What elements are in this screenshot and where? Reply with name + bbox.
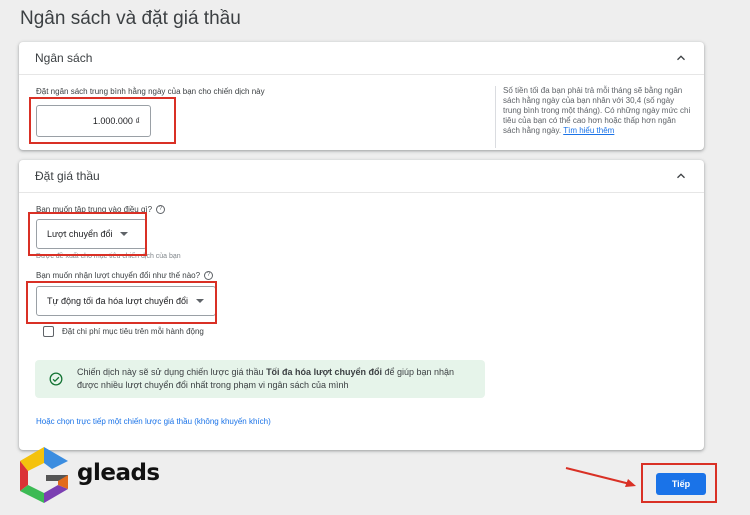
logo-text: gleads — [77, 460, 160, 486]
target-cpa-checkbox[interactable] — [43, 326, 54, 337]
next-button[interactable]: Tiếp — [656, 473, 706, 495]
budget-card-title: Ngân sách — [35, 51, 93, 65]
chevron-up-icon[interactable] — [674, 169, 688, 183]
bidding-card-header[interactable]: Đặt giá thầu — [19, 160, 704, 193]
page-title: Ngân sách và đặt giá thầu — [20, 8, 241, 29]
focus-hint: Được đề xuất cho mục tiêu chiến dịch của… — [36, 253, 181, 260]
conversion-question-text: Bạn muốn nhận lượt chuyển đổi như thế nà… — [36, 271, 201, 280]
info-strategy-name: Tối đa hóa lượt chuyển đổi — [266, 367, 382, 377]
conversion-dropdown-value: Tự động tối đa hóa lượt chuyển đổi — [47, 296, 189, 306]
note-divider — [495, 86, 496, 148]
check-circle-icon — [49, 372, 63, 386]
focus-dropdown[interactable]: Lượt chuyển đổi — [36, 219, 147, 249]
strategy-info-box: Chiến dịch này sẽ sử dụng chiến lược giá… — [35, 360, 485, 398]
conversion-strategy-dropdown[interactable]: Tự động tối đa hóa lượt chuyển đổi — [36, 286, 216, 316]
gleads-logo-icon — [20, 447, 68, 503]
target-cpa-label: Đặt chi phí mục tiêu trên mỗi hành động — [62, 327, 204, 336]
caret-down-icon — [196, 299, 205, 303]
budget-card-header[interactable]: Ngân sách — [19, 42, 704, 75]
conversion-question: Bạn muốn nhận lượt chuyển đổi như thế nà… — [36, 271, 214, 281]
bidding-card: Đặt giá thầu Bạn muốn tập trung vào điều… — [19, 160, 704, 450]
daily-budget-input[interactable]: 1.000.000 ₫ — [36, 105, 151, 137]
info-prefix: Chiến dịch này sẽ sử dụng chiến lược giá… — [77, 367, 267, 377]
learn-more-link[interactable]: Tìm hiểu thêm — [563, 126, 614, 135]
chevron-up-icon[interactable] — [674, 51, 688, 65]
bidding-card-title: Đặt giá thầu — [35, 169, 100, 183]
focus-question-text: Bạn muốn tập trung vào điều gì? — [36, 205, 153, 214]
focus-dropdown-value: Lượt chuyển đổi — [47, 229, 113, 239]
budget-card: Ngân sách Đặt ngân sách trung bình hằng … — [19, 42, 704, 150]
caret-down-icon — [120, 232, 129, 236]
help-circle-icon[interactable]: ? — [204, 271, 214, 281]
focus-question: Bạn muốn tập trung vào điều gì?? — [36, 205, 166, 215]
budget-field-label: Đặt ngân sách trung bình hằng ngày của b… — [36, 87, 265, 96]
help-circle-icon[interactable]: ? — [156, 205, 166, 215]
strategy-info-text: Chiến dịch này sẽ sử dụng chiến lược giá… — [77, 366, 473, 392]
arrow-annotation — [565, 467, 636, 487]
direct-strategy-link[interactable]: Hoặc chọn trực tiếp một chiến lược giá t… — [36, 417, 271, 426]
budget-note: Số tiền tối đa bạn phải trả mỗi tháng sẽ… — [495, 86, 693, 148]
